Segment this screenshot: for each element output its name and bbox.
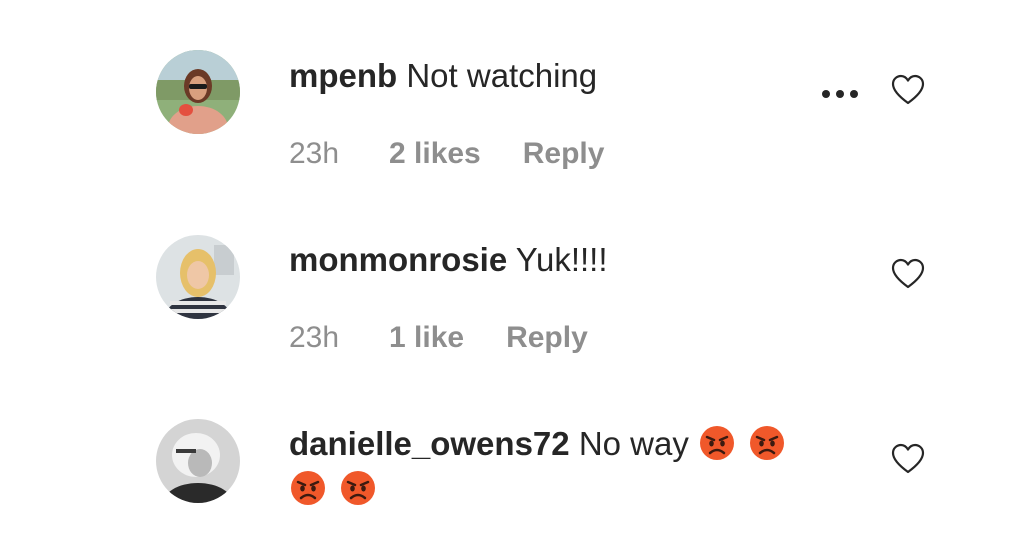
likes-count-button[interactable]: 2 likes	[389, 136, 481, 172]
comment-time[interactable]: 23h	[289, 136, 389, 172]
avatar[interactable]	[156, 235, 240, 319]
comment-text-line: danielle_owens72 No way	[289, 424, 785, 464]
angry-face-emoji	[699, 425, 735, 461]
username-link[interactable]: danielle_owens72	[289, 425, 570, 462]
heart-icon[interactable]	[891, 258, 925, 290]
comment-text: Yuk!!!!	[515, 241, 608, 278]
comment-meta: 23h 2 likes Reply	[289, 136, 604, 172]
avatar[interactable]	[156, 419, 240, 503]
angry-face-emoji	[290, 470, 326, 506]
comment-text-line: mpenb Not watching	[289, 56, 597, 96]
angry-face-emoji	[749, 425, 785, 461]
heart-icon[interactable]	[891, 74, 925, 106]
comment-text-line: monmonrosie Yuk!!!!	[289, 240, 608, 280]
username-link[interactable]: mpenb	[289, 57, 397, 94]
reply-button[interactable]: Reply	[523, 136, 605, 172]
likes-count-button[interactable]: 1 like	[389, 320, 464, 356]
heart-icon[interactable]	[891, 443, 925, 475]
comment-time[interactable]: 23h	[289, 320, 389, 356]
avatar[interactable]	[156, 50, 240, 134]
comment-text: Not watching	[406, 57, 598, 94]
username-link[interactable]: monmonrosie	[289, 241, 507, 278]
comment-text: No way	[578, 425, 689, 462]
emoji-row	[282, 470, 376, 506]
reply-button[interactable]: Reply	[506, 320, 588, 356]
comment-meta: 23h 1 like Reply	[289, 320, 588, 356]
angry-face-emoji	[340, 470, 376, 506]
more-options-icon[interactable]	[819, 87, 861, 99]
